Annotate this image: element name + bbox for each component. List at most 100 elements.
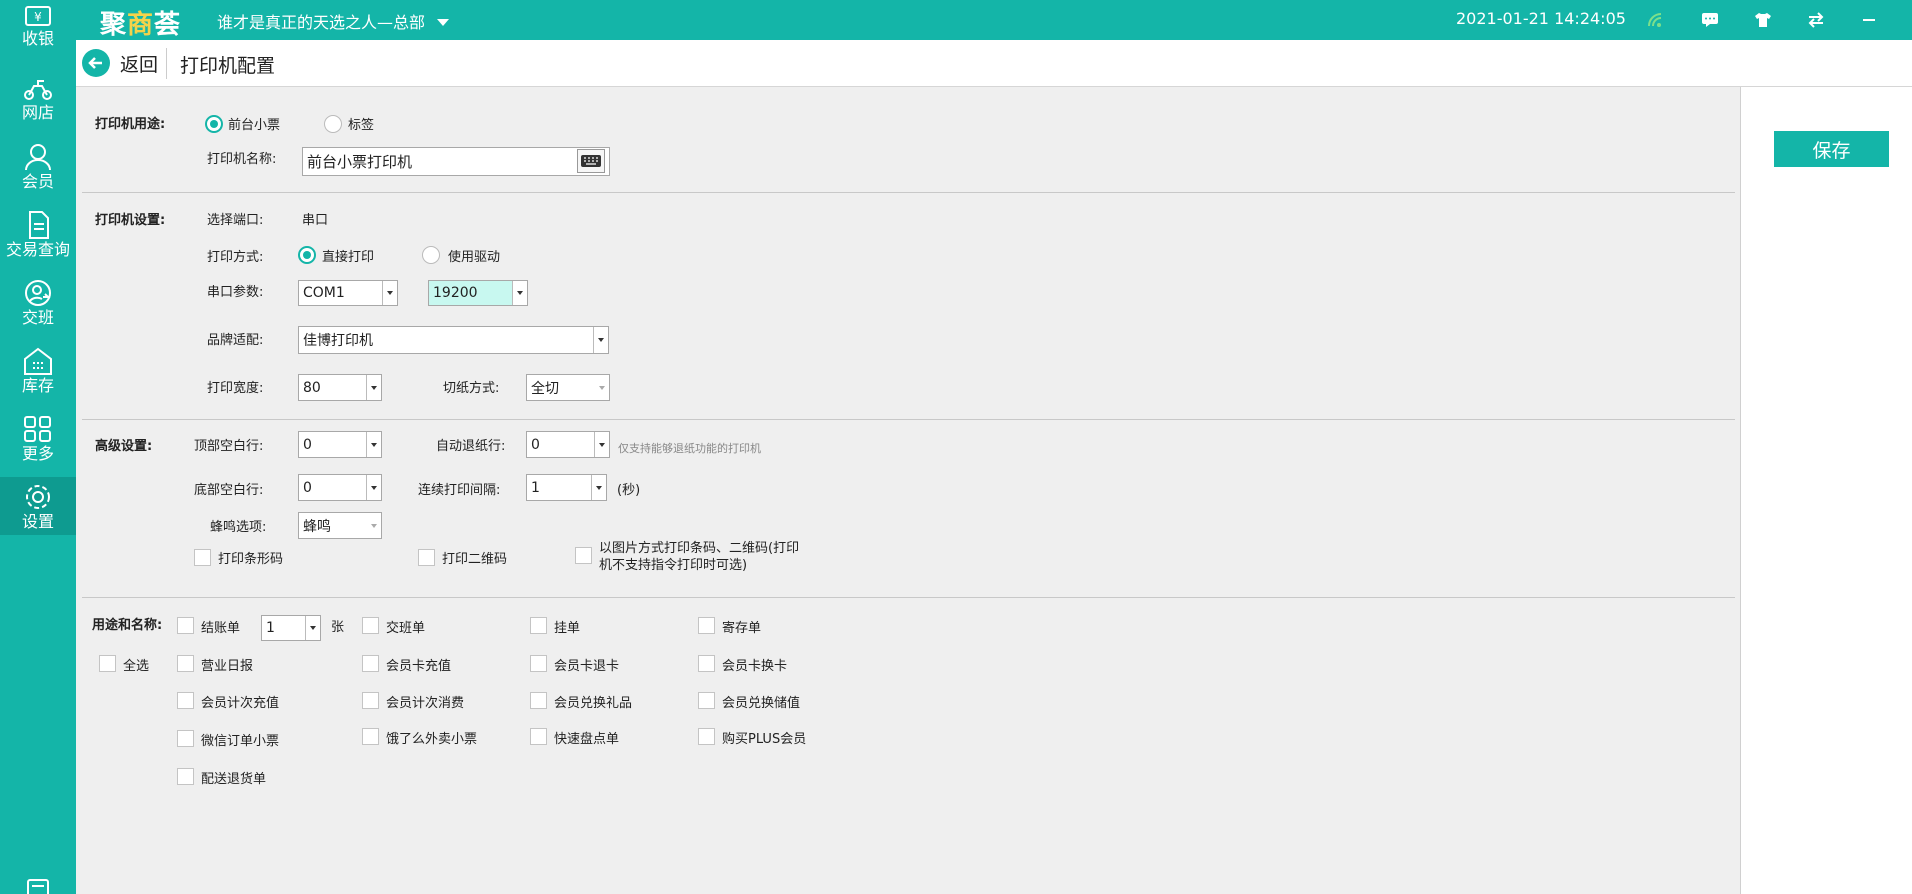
divider bbox=[82, 419, 1735, 420]
sidebar-label: 交易查询 bbox=[5, 240, 70, 259]
message-icon[interactable] bbox=[1683, 8, 1736, 32]
back-label: 返回 bbox=[120, 53, 159, 76]
chevron-down-icon bbox=[594, 432, 609, 457]
checkbox-hold-order[interactable] bbox=[530, 617, 547, 634]
checkbox-redeem-balance[interactable] bbox=[698, 692, 715, 709]
checkbox-count-recharge[interactable] bbox=[177, 692, 194, 709]
swap-icon[interactable] bbox=[1789, 8, 1842, 32]
auto-retreat-value: 0 bbox=[531, 436, 540, 453]
sidebar-item-member[interactable]: 会员 bbox=[0, 143, 76, 211]
keyboard-icon[interactable] bbox=[577, 149, 605, 173]
checkbox-delivery-return[interactable] bbox=[177, 768, 194, 785]
checkbox-checkout-slip[interactable] bbox=[177, 617, 194, 634]
list-icon bbox=[27, 879, 49, 894]
auto-retreat-note: 仅支持能够退纸功能的打印机 bbox=[618, 442, 761, 455]
svg-text:¥: ¥ bbox=[34, 10, 42, 24]
brand-logo: 聚商荟 bbox=[100, 10, 182, 40]
radio-direct-print[interactable] bbox=[298, 246, 316, 264]
beep-select[interactable]: 蜂鸣 bbox=[298, 512, 382, 539]
chevron-down-icon bbox=[512, 281, 527, 305]
top-blank-select[interactable]: 0 bbox=[298, 431, 382, 458]
chevron-down-icon bbox=[382, 281, 397, 305]
cut-mode-label: 切纸方式: bbox=[443, 381, 500, 396]
print-interval-select[interactable]: 1 bbox=[526, 474, 607, 501]
close-icon[interactable] bbox=[1895, 8, 1912, 32]
scooter-icon bbox=[24, 80, 52, 100]
redeem-balance-label: 会员兑换储值 bbox=[722, 696, 801, 711]
action-panel: 保存 bbox=[1740, 87, 1912, 894]
printer-name-input[interactable]: 前台小票打印机 bbox=[302, 147, 610, 176]
save-button[interactable]: 保存 bbox=[1774, 131, 1889, 167]
checkbox-shift-slip[interactable] bbox=[362, 617, 379, 634]
title-bar: 聚商荟 谁才是真正的天选之人—总部 2021-01-21 14:24:05 bbox=[0, 0, 1912, 40]
checkbox-eleme-ticket[interactable] bbox=[362, 728, 379, 745]
select-all-checkbox[interactable] bbox=[99, 655, 116, 672]
radio-use-driver[interactable] bbox=[422, 246, 440, 264]
store-selector[interactable]: 谁才是真正的天选之人—总部 bbox=[217, 9, 450, 33]
deposit-slip-label: 寄存单 bbox=[722, 621, 762, 636]
card-recharge-label: 会员卡充值 bbox=[386, 659, 452, 674]
checkbox-deposit-slip[interactable] bbox=[698, 617, 715, 634]
checkbox-daily-report[interactable] bbox=[177, 655, 194, 672]
sidebar-item-shift[interactable]: 交班 bbox=[0, 279, 76, 347]
quick-stocktake-label: 快速盘点单 bbox=[554, 732, 620, 747]
back-button[interactable]: 返回 bbox=[82, 49, 158, 77]
radio-receipt[interactable] bbox=[205, 115, 223, 133]
select-all-label: 全选 bbox=[123, 659, 150, 674]
qrcode-checkbox[interactable] bbox=[418, 549, 435, 566]
sidebar-item-settings[interactable]: 设置 bbox=[0, 477, 76, 535]
sidebar-item-inventory[interactable]: 库存 bbox=[0, 347, 76, 415]
sidebar-label: 收银 bbox=[21, 29, 54, 48]
mode-label: 打印方式: bbox=[207, 250, 264, 265]
shirt-icon[interactable] bbox=[1736, 8, 1789, 32]
settings-section-label: 打印机设置: bbox=[95, 213, 166, 228]
minimize-icon[interactable] bbox=[1842, 8, 1895, 32]
checkbox-redeem-gift[interactable] bbox=[530, 692, 547, 709]
sidebar-item-cashier[interactable]: ¥ 收银 bbox=[0, 6, 76, 60]
chevron-down-icon bbox=[591, 475, 606, 500]
radio-label-printer-label: 标签 bbox=[348, 118, 375, 133]
divider bbox=[166, 48, 167, 79]
print-width-select[interactable]: 80 bbox=[298, 374, 382, 401]
printer-name-label: 打印机名称: bbox=[207, 152, 277, 167]
sidebar-label: 网店 bbox=[21, 103, 54, 122]
checkbox-wechat-order[interactable] bbox=[177, 730, 194, 747]
bottom-blank-select[interactable]: 0 bbox=[298, 474, 382, 501]
shift-icon bbox=[25, 280, 51, 306]
sidebar-item-online-store[interactable]: 网店 bbox=[0, 76, 76, 144]
checkbox-card-recharge[interactable] bbox=[362, 655, 379, 672]
chevron-down-icon bbox=[437, 19, 450, 26]
redeem-gift-label: 会员兑换礼品 bbox=[554, 696, 633, 711]
chevron-down-icon bbox=[366, 475, 381, 500]
serial-port-value: COM1 bbox=[303, 285, 345, 301]
datetime: 2021-01-21 14:24:05 bbox=[1456, 9, 1626, 28]
sidebar-label: 更多 bbox=[21, 444, 54, 463]
image-print-checkbox[interactable] bbox=[575, 547, 592, 564]
radio-label-printer[interactable] bbox=[324, 115, 342, 133]
count-recharge-label: 会员计次充值 bbox=[201, 696, 280, 711]
checkbox-card-exchange[interactable] bbox=[698, 655, 715, 672]
document-icon bbox=[29, 211, 49, 239]
brand-select[interactable]: 佳博打印机 bbox=[298, 326, 609, 354]
auto-retreat-select[interactable]: 0 bbox=[526, 431, 610, 458]
checkbox-count-consume[interactable] bbox=[362, 692, 379, 709]
serial-port-select[interactable]: COM1 bbox=[298, 280, 398, 306]
chevron-down-icon bbox=[594, 375, 609, 400]
checkbox-buy-plus[interactable] bbox=[698, 728, 715, 745]
sidebar-item-transactions[interactable]: 交易查询 bbox=[0, 211, 76, 279]
cut-mode-select[interactable]: 全切 bbox=[526, 374, 610, 401]
checkbox-quick-stocktake[interactable] bbox=[530, 728, 547, 745]
beep-value: 蜂鸣 bbox=[303, 518, 331, 535]
card-exchange-label: 会员卡换卡 bbox=[722, 659, 788, 674]
delivery-return-label: 配送退货单 bbox=[201, 772, 267, 787]
sidebar-item-partial[interactable] bbox=[0, 874, 76, 894]
sidebar-item-more[interactable]: 更多 bbox=[0, 415, 76, 483]
baud-rate-value: 19200 bbox=[429, 281, 512, 305]
checkbox-card-refund[interactable] bbox=[530, 655, 547, 672]
copies-select[interactable]: 1 bbox=[261, 615, 321, 641]
wifi-icon bbox=[1630, 8, 1683, 32]
image-print-label-line2: 机不支持指令打印时可选) bbox=[599, 558, 748, 573]
baud-rate-select[interactable]: 19200 bbox=[428, 280, 528, 306]
barcode-checkbox[interactable] bbox=[194, 549, 211, 566]
buy-plus-label: 购买PLUS会员 bbox=[722, 732, 807, 747]
